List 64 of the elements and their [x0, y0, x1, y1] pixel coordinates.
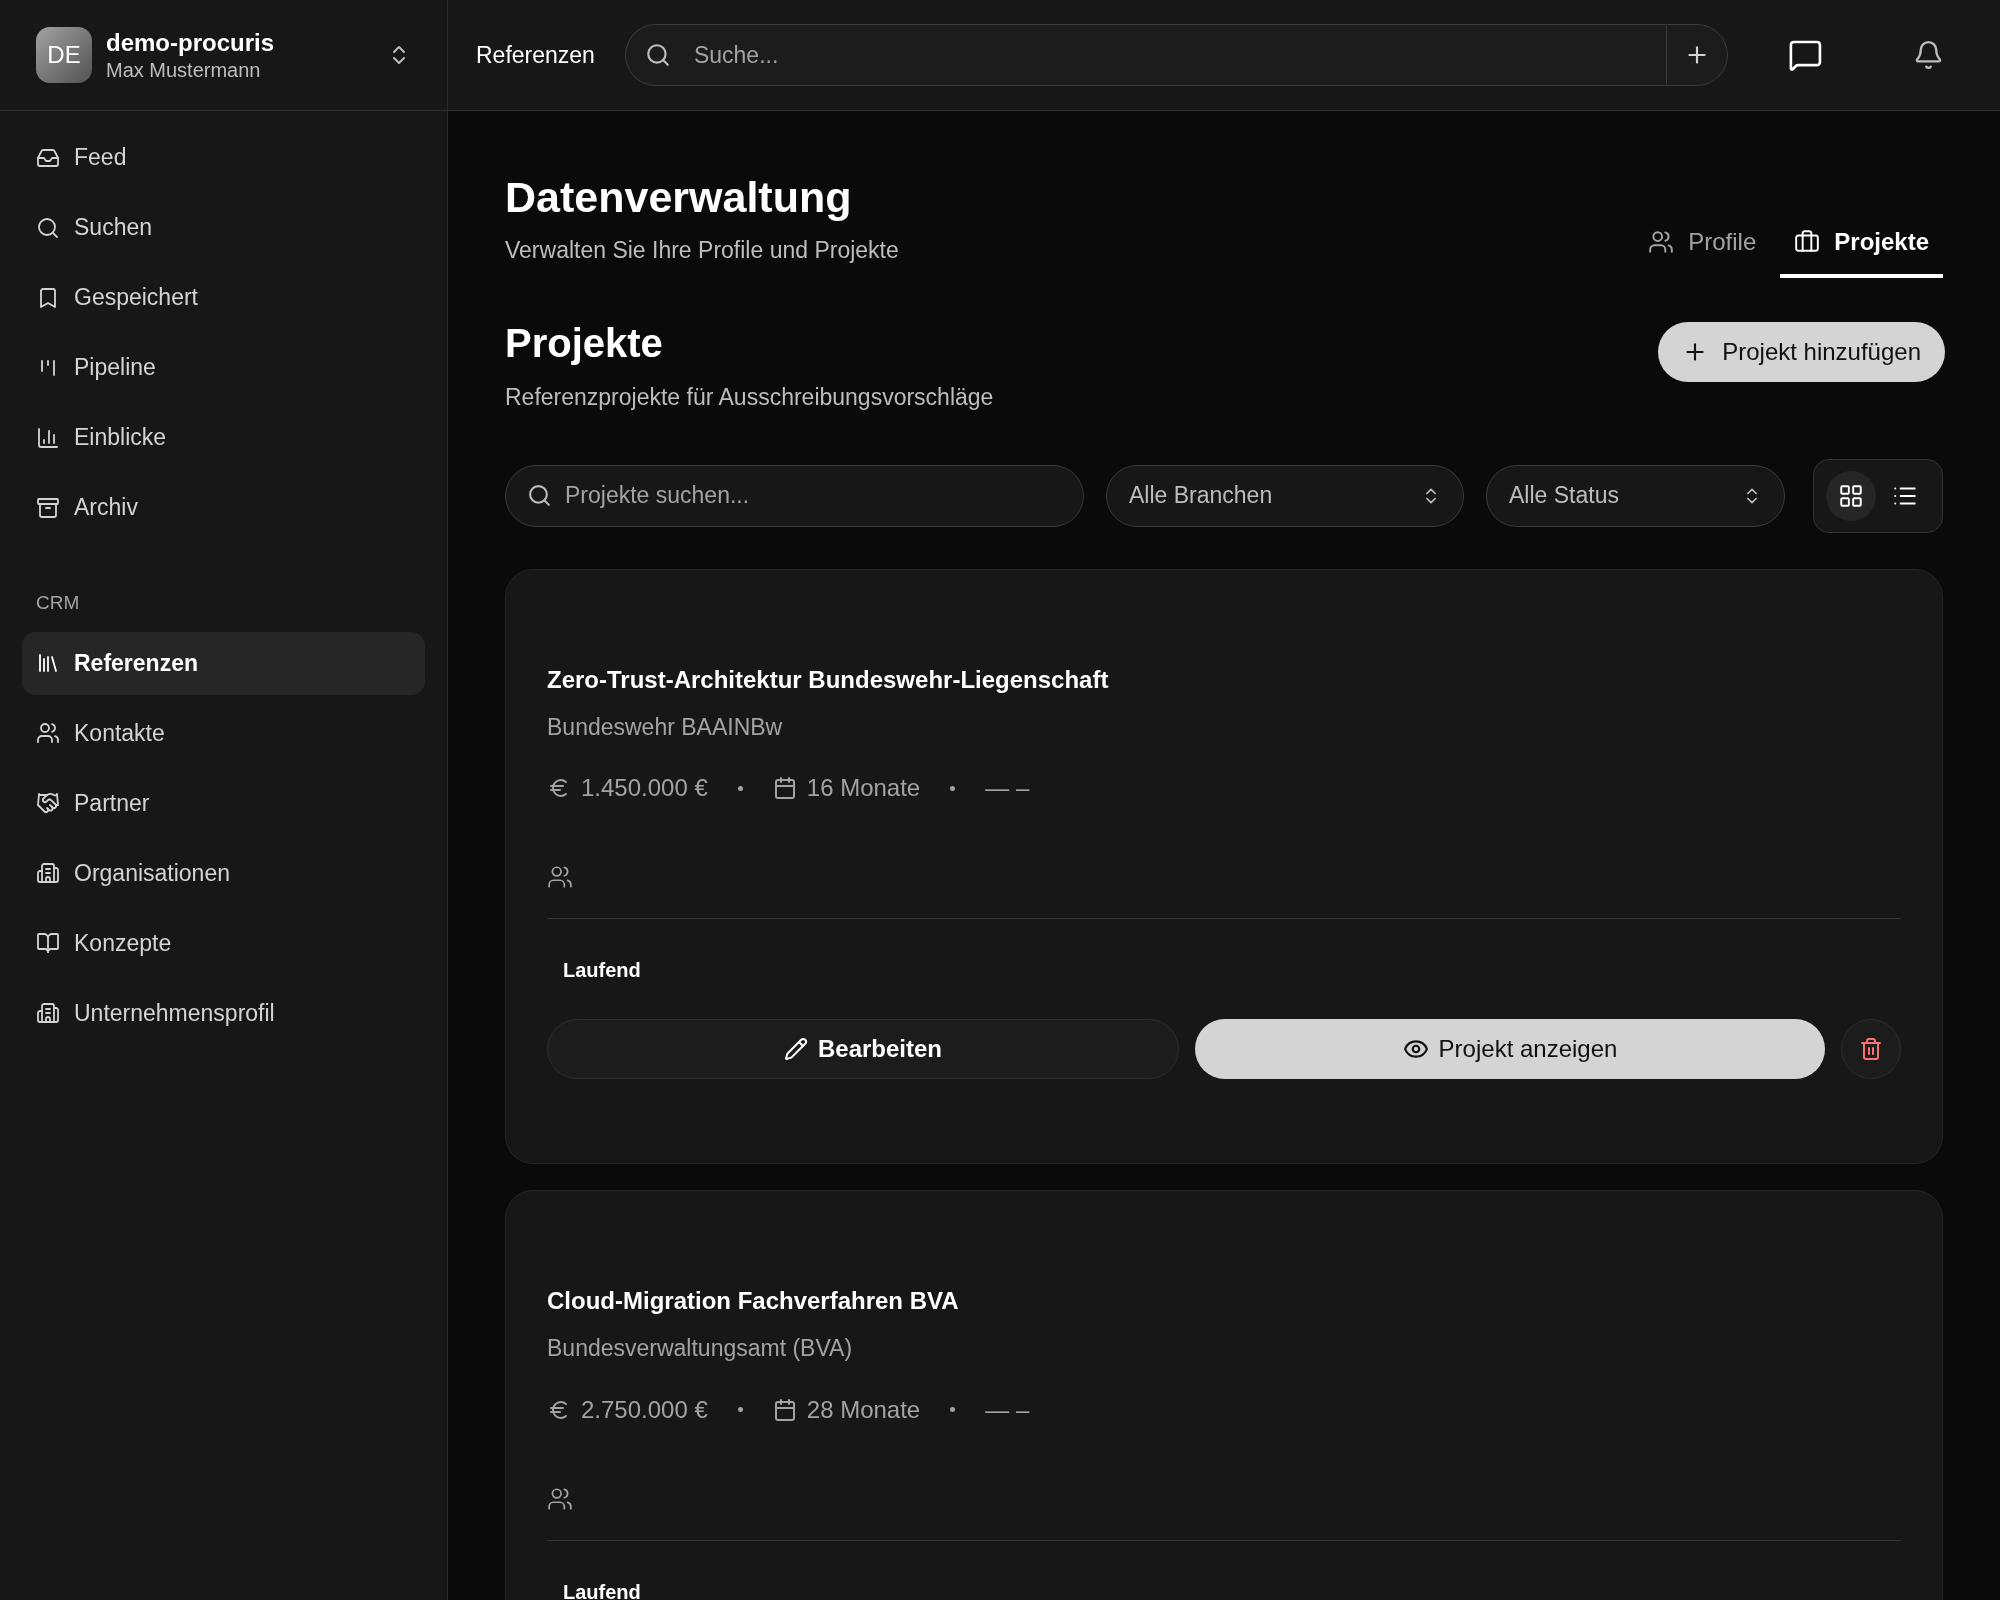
- avatar: DE: [36, 27, 92, 83]
- bell-icon[interactable]: [1913, 39, 1944, 71]
- section-heading: CRM: [35, 591, 81, 615]
- users-icon: [547, 864, 573, 890]
- sidebar-item[interactable]: Organisationen: [22, 841, 425, 905]
- tab[interactable]: Profile: [1634, 224, 1771, 278]
- project-title: Zero-Trust-Architektur Bundeswehr-Liegenschaft: [547, 664, 1110, 695]
- filter-select[interactable]: Alle Branchen: [1106, 464, 1464, 527]
- sidebar-item[interactable]: Kontakte: [22, 701, 425, 765]
- client-name: Bundeswehr BAAINBw: [547, 712, 784, 742]
- user-name: Max Mustermann: [106, 57, 262, 83]
- search-icon: [36, 215, 60, 240]
- sidebar-item[interactable]: Suchen: [22, 196, 425, 259]
- archive-icon: [36, 495, 60, 520]
- workspace-name: demo-procuris: [106, 27, 276, 58]
- edit-button[interactable]: Bearbeiten: [547, 1019, 1179, 1079]
- section-title: Projekte: [505, 320, 664, 367]
- placeholder-value: — –: [985, 1394, 1030, 1425]
- sidebar-item[interactable]: Partner: [22, 771, 425, 835]
- library-icon: [36, 651, 60, 675]
- sidebar-item[interactable]: Konzepte: [22, 911, 425, 975]
- page-subtitle: Verwalten Sie Ihre Profile und Projekte: [505, 235, 900, 265]
- calendar-icon: [772, 1397, 797, 1422]
- section-subtitle: Referenzprojekte für Ausschreibungsvorschläge: [505, 383, 995, 412]
- filter-select[interactable]: Alle Status: [1486, 464, 1785, 527]
- duration: 28 Monate: [806, 1394, 921, 1425]
- status-label: Laufend: [563, 958, 641, 983]
- building-icon: [36, 1001, 60, 1025]
- tab[interactable]: Projekte: [1780, 224, 1943, 278]
- project-search-field[interactable]: Projekte suchen...: [505, 464, 1084, 527]
- grid-icon: [1838, 482, 1864, 509]
- placeholder-value: — –: [985, 773, 1030, 803]
- handshake-icon: [36, 791, 60, 815]
- trash-icon: [1859, 1037, 1883, 1061]
- building-icon: [36, 861, 60, 885]
- search-icon: [644, 42, 671, 68]
- sidebar-item[interactable]: Gespeichert: [22, 266, 425, 329]
- users-icon: [547, 1485, 573, 1512]
- pencil-icon: [783, 1037, 808, 1061]
- sidebar-item[interactable]: Einblicke: [22, 406, 425, 469]
- sidebar-item[interactable]: Pipeline: [22, 336, 425, 399]
- calendar-icon: [772, 776, 797, 800]
- client-name: Bundesverwaltungsamt (BVA): [547, 1334, 854, 1363]
- header-title: Referenzen: [476, 40, 595, 70]
- sidebar-item[interactable]: Referenzen: [22, 631, 425, 695]
- briefcase-icon: [1794, 229, 1821, 255]
- sidebar-item[interactable]: Archiv: [22, 476, 425, 539]
- bar-chart-icon: [36, 425, 60, 450]
- page-title: Datenverwaltung: [505, 172, 853, 223]
- budget: 1.450.000 €: [581, 773, 708, 803]
- book-icon: [36, 931, 60, 955]
- project-title: Cloud-Migration Fachverfahren BVA: [547, 1286, 960, 1316]
- users-icon: [1648, 229, 1675, 255]
- status-label: Laufend: [563, 1579, 641, 1600]
- budget: 2.750.000 €: [581, 1394, 708, 1425]
- sidebar-item[interactable]: Feed: [22, 126, 425, 189]
- users-icon: [36, 721, 60, 745]
- view-project-button[interactable]: Projekt anzeigen: [1195, 1019, 1825, 1079]
- duration: 16 Monate: [806, 773, 921, 803]
- sidebar-item[interactable]: Unternehmensprofil: [22, 981, 425, 1045]
- grid-view-button[interactable]: [1826, 470, 1876, 521]
- search-icon: [527, 482, 552, 508]
- add-project-button[interactable]: Projekt hinzufügen: [1658, 322, 1945, 382]
- search-field[interactable]: Suche...: [624, 24, 1667, 86]
